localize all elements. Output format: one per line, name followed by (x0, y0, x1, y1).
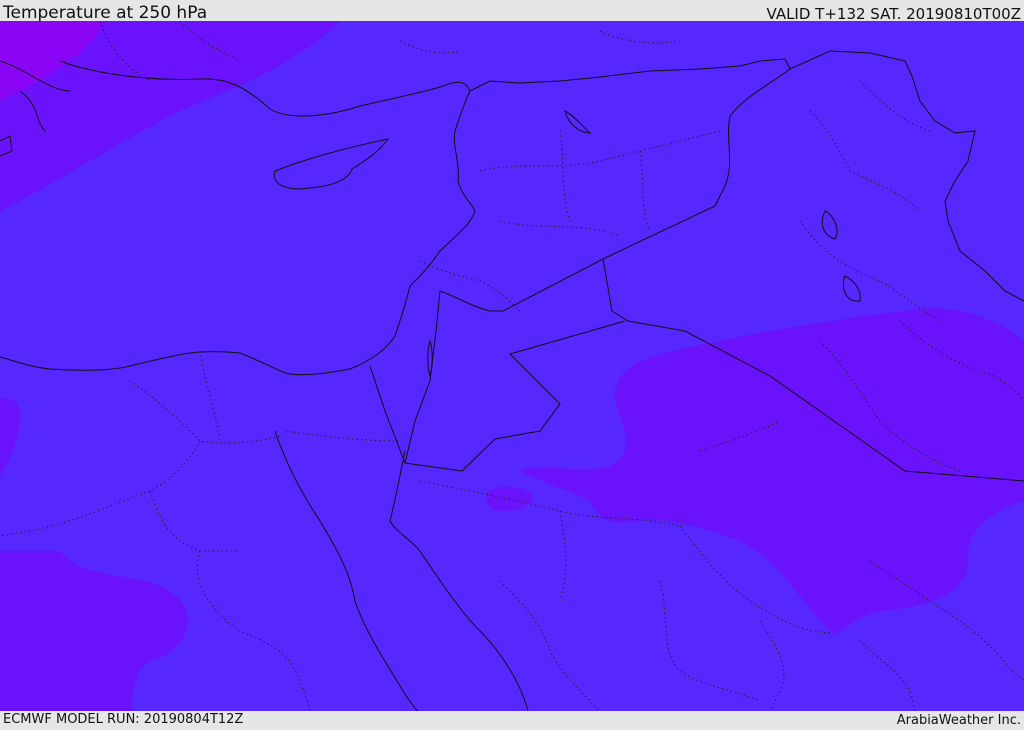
header-bar: Temperature at 250 hPa VALID T+132 SAT. … (0, 0, 1024, 23)
model-run: ECMWF MODEL RUN: 20190804T12Z (3, 712, 244, 727)
brand-credit: ArabiaWeather Inc. (896, 713, 1021, 728)
temperature-map (0, 21, 1024, 711)
map-title: Temperature at 250 hPa (3, 3, 208, 23)
footer-bar: ECMWF MODEL RUN: 20190804T12Z ArabiaWeat… (0, 711, 1024, 729)
